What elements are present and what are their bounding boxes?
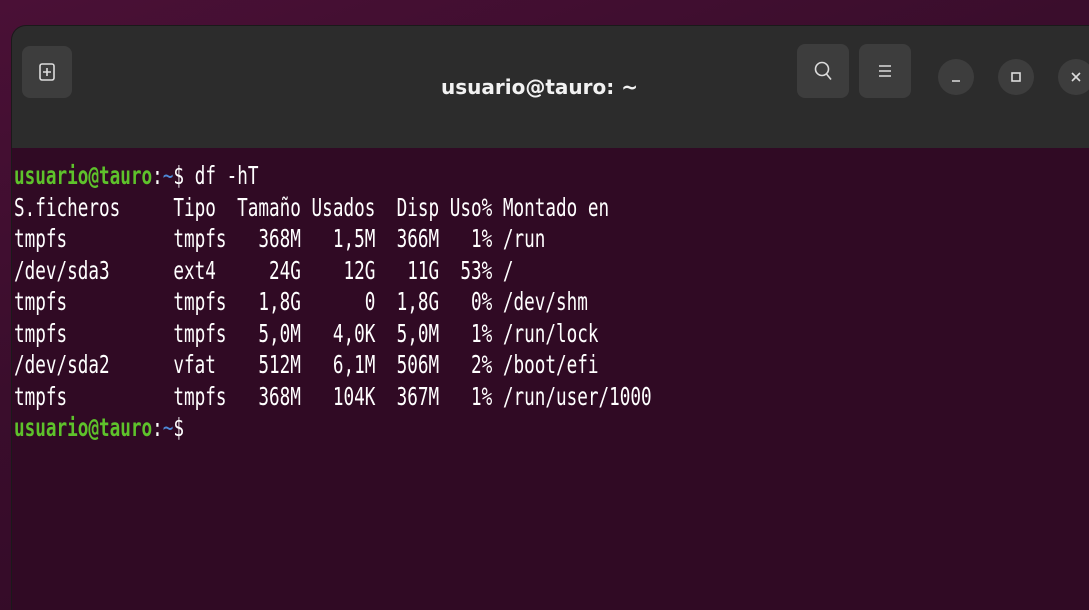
prompt-line: usuario@tauro:~$ bbox=[14, 412, 799, 444]
maximize-icon bbox=[1011, 72, 1021, 82]
search-button[interactable] bbox=[797, 44, 849, 98]
prompt-separator: : bbox=[152, 161, 163, 190]
prompt-path: ~ bbox=[162, 413, 174, 442]
output-line: tmpfs tmpfs 1,8G 0 1,8G 0% /dev/shm bbox=[14, 287, 588, 316]
hamburger-menu-icon bbox=[879, 65, 891, 77]
prompt-path: ~ bbox=[162, 161, 174, 190]
prompt-symbol: $ bbox=[173, 161, 185, 190]
command-line: usuario@tauro:~$ df -hT bbox=[14, 160, 799, 192]
maximize-button[interactable] bbox=[998, 59, 1034, 95]
prompt-user-host: usuario@tauro bbox=[14, 161, 153, 190]
prompt-symbol: $ bbox=[173, 413, 185, 442]
output-header-line: S.ficheros Tipo Tamaño Usados Disp Uso% … bbox=[14, 192, 610, 222]
menu-button[interactable] bbox=[859, 44, 911, 98]
terminal-window: usuario@tauro: ~ usuario@tauro:~$ df -hT… bbox=[12, 26, 1089, 610]
header-bar: usuario@tauro: ~ bbox=[12, 26, 1089, 148]
close-button[interactable] bbox=[1058, 59, 1089, 95]
minimize-button[interactable] bbox=[938, 59, 974, 95]
output-line: tmpfs tmpfs 368M 104K 367M 1% /run/user/… bbox=[14, 381, 652, 411]
minimize-icon bbox=[952, 80, 960, 82]
command-text: df -hT bbox=[184, 161, 259, 190]
terminal-output[interactable]: usuario@tauro:~$ df -hT S.ficheros Tipo … bbox=[12, 148, 1089, 610]
search-icon bbox=[814, 61, 832, 81]
prompt-separator: : bbox=[152, 413, 163, 442]
output-line: /dev/sda3 ext4 24G 12G 11G 53% / bbox=[14, 255, 514, 285]
output-line: /dev/sda2 vfat 512M 6,1M 506M 2% /boot/e… bbox=[14, 350, 599, 379]
output-line: tmpfs tmpfs 368M 1,5M 366M 1% /run bbox=[14, 224, 546, 253]
window-title: usuario@tauro: ~ bbox=[441, 75, 638, 99]
prompt-user-host: usuario@tauro bbox=[14, 413, 153, 442]
output-line: tmpfs tmpfs 5,0M 4,0K 5,0M 1% /run/lock bbox=[14, 318, 599, 348]
close-icon bbox=[1071, 72, 1081, 82]
